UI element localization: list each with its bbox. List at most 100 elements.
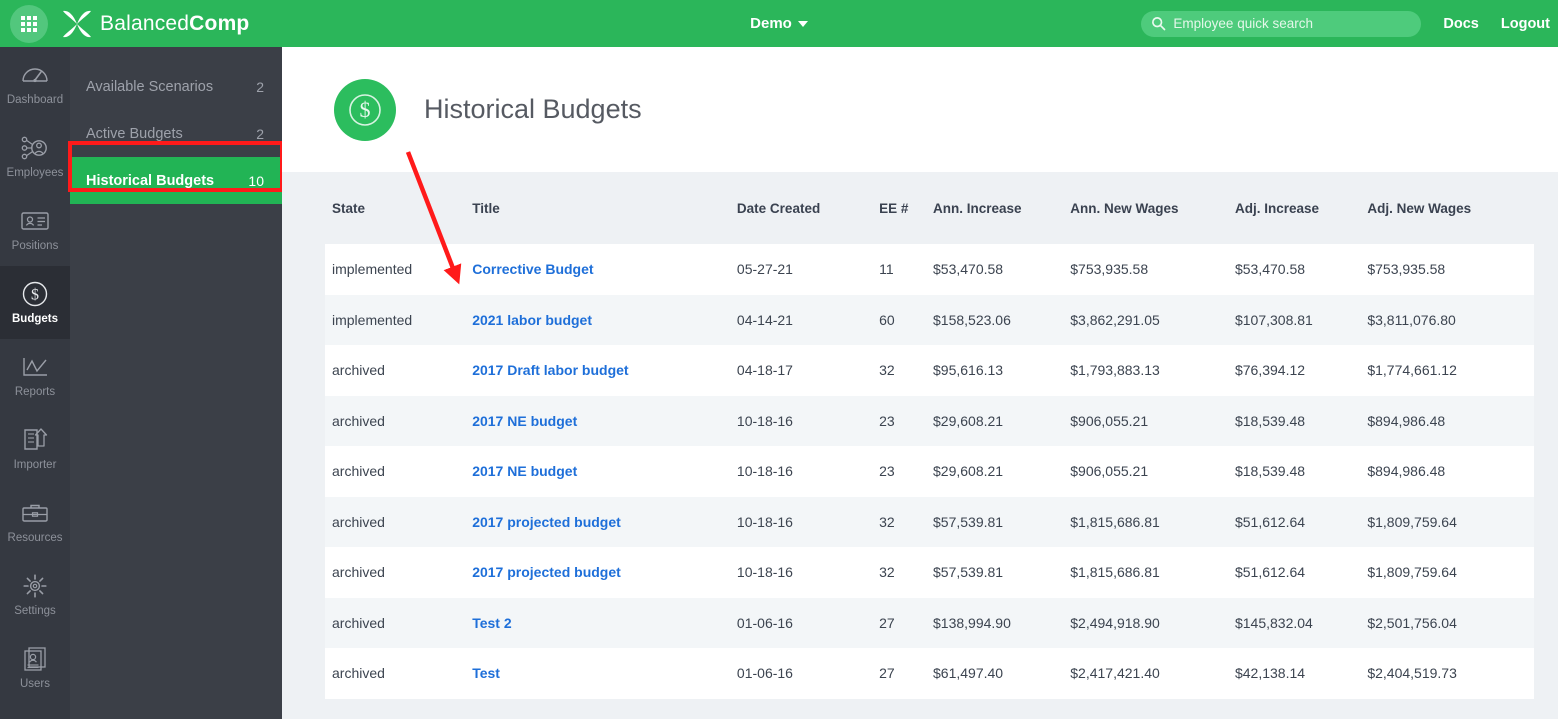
cell-title: 2021 labor budget: [472, 312, 737, 328]
cell-ee: 32: [879, 362, 895, 379]
cell-adj-new-wages: $894,986.48: [1367, 463, 1446, 480]
table-row[interactable]: archived 2017 NE budget 10-18-16 23 $29,…: [325, 395, 1534, 446]
cell-ann-increase: $53,470.58: [933, 261, 1004, 278]
subnav-count-active-budgets: 2: [256, 125, 264, 142]
grid-apps-icon[interactable]: [10, 4, 48, 43]
cell-adj-increase: $145,832.04: [1234, 614, 1313, 631]
subnav-count-available-scenarios: 2: [256, 78, 264, 95]
cell-ann-increase: $29,608.21: [933, 463, 1004, 480]
cell-ann-new-wages: $3,862,291.05: [1070, 311, 1160, 328]
table-row[interactable]: archived 2017 projected budget 10-18-16 …: [325, 547, 1534, 598]
cell-ann-increase: $95,616.13: [933, 362, 1004, 379]
budget-link[interactable]: Test: [472, 665, 500, 681]
cell-ann-new-wages: $2,494,918.90: [1070, 614, 1160, 631]
table-row[interactable]: archived Test 01-06-16 27 $61,497.40 $2,…: [325, 648, 1534, 699]
cell-adj-new-wages: $2,404,519.73: [1367, 665, 1457, 682]
budget-link[interactable]: 2017 NE budget: [472, 413, 577, 429]
cell-adj-new-wages: $1,809,759.64: [1367, 513, 1457, 530]
subnav-item-available-scenarios[interactable]: Available Scenarios 2: [70, 63, 282, 110]
cell-state: archived: [332, 463, 385, 480]
cell-ann-new-wages: $1,815,686.81: [1070, 564, 1160, 581]
cell-ann-new-wages: $1,815,686.81: [1070, 513, 1160, 530]
cell-adj-increase: $42,138.14: [1234, 665, 1306, 682]
table-row[interactable]: archived 2017 projected budget 10-18-16 …: [325, 496, 1534, 547]
budget-link[interactable]: 2017 NE budget: [472, 463, 577, 479]
table-row[interactable]: archived Test 2 01-06-16 27 $138,994.90 …: [325, 597, 1534, 648]
table-header-row: State Title Date Created EE # Ann. Incre…: [325, 172, 1534, 244]
sidebar-item-importer[interactable]: Importer: [0, 412, 70, 485]
search-input[interactable]: [1173, 16, 1412, 31]
table-row[interactable]: archived 2017 NE budget 10-18-16 23 $29,…: [325, 446, 1534, 497]
subnav-label-active-budgets: Active Budgets: [86, 125, 183, 142]
cell-adj-increase: $18,539.48: [1234, 463, 1306, 480]
sidebar-label-positions: Positions: [11, 240, 59, 252]
docs-link[interactable]: Docs: [1443, 16, 1478, 32]
budget-link[interactable]: 2021 labor budget: [472, 312, 592, 328]
budget-link[interactable]: 2017 Draft labor budget: [472, 362, 628, 378]
cell-ann-new-wages: $2,417,421.40: [1070, 665, 1160, 682]
column-header-adj-increase: Adj. Increase: [1234, 200, 1320, 216]
sidebar-item-reports[interactable]: Reports: [0, 339, 70, 412]
main-content: $ Historical Budgets State Title Date Cr…: [282, 47, 1558, 719]
topbar-brand-area: BalancedComp: [0, 0, 282, 47]
cell-state: implemented: [332, 311, 413, 328]
topbar-right: Docs Logout: [1141, 0, 1558, 47]
cell-ee: 27: [879, 614, 895, 631]
budget-link[interactable]: Corrective Budget: [472, 261, 593, 277]
grid-apps-dots: [21, 15, 37, 32]
org-people-icon: [20, 134, 50, 162]
sidebar-label-resources: Resources: [7, 532, 63, 544]
cell-adj-increase: $107,308.81: [1234, 311, 1313, 328]
brand-text-bold: Comp: [189, 11, 250, 35]
cell-ee: 23: [879, 463, 895, 480]
sidebar-item-employees[interactable]: Employees: [0, 120, 70, 193]
cell-adj-new-wages: $3,811,076.80: [1367, 311, 1456, 328]
brand-logo[interactable]: BalancedComp: [62, 9, 249, 39]
cell-adj-new-wages: $2,501,756.04: [1367, 614, 1457, 631]
cell-state: archived: [332, 665, 385, 682]
budget-link[interactable]: 2017 projected budget: [472, 514, 621, 530]
cell-ann-increase: $61,497.40: [933, 665, 1004, 682]
id-card-icon: [20, 207, 50, 235]
sidebar-item-budgets[interactable]: $ Budgets: [0, 266, 70, 339]
dollar-circle-icon: $: [20, 280, 50, 308]
cell-title: 2017 NE budget: [472, 413, 737, 429]
cell-title: 2017 Draft labor budget: [472, 362, 737, 378]
cell-adj-new-wages: $753,935.58: [1367, 261, 1446, 278]
cell-date-created: 10-18-16: [736, 412, 793, 429]
cell-title: 2017 projected budget: [472, 564, 737, 580]
cell-ann-increase: $158,523.06: [933, 311, 1011, 328]
sidebar-item-dashboard[interactable]: Dashboard: [0, 47, 70, 120]
subnav-item-historical-budgets[interactable]: Historical Budgets 10: [70, 157, 282, 204]
table-row[interactable]: implemented Corrective Budget 05-27-21 1…: [325, 244, 1534, 295]
brand-text: BalancedComp: [100, 12, 249, 36]
table-row[interactable]: implemented 2021 labor budget 04-14-21 6…: [325, 294, 1534, 345]
sidebar-label-budgets: Budgets: [12, 313, 58, 325]
table-row[interactable]: archived 2017 Draft labor budget 04-18-1…: [325, 345, 1534, 396]
logout-link[interactable]: Logout: [1501, 16, 1550, 32]
sidebar-item-resources[interactable]: Resources: [0, 485, 70, 558]
sidebar-label-dashboard: Dashboard: [6, 94, 64, 106]
import-document-icon: [20, 426, 50, 454]
org-switcher-menu[interactable]: Demo: [750, 15, 808, 32]
cell-ann-new-wages: $753,935.58: [1070, 261, 1149, 278]
cell-date-created: 04-14-21: [736, 311, 793, 328]
sidebar-label-employees: Employees: [6, 167, 64, 179]
column-header-ee: EE #: [879, 200, 909, 216]
budget-link[interactable]: Test 2: [472, 615, 511, 631]
gear-icon: [20, 572, 50, 600]
briefcase-icon: [20, 499, 50, 527]
cell-adj-new-wages: $1,809,759.64: [1367, 564, 1457, 581]
sidebar-label-settings: Settings: [14, 605, 56, 617]
employee-search-box[interactable]: [1141, 10, 1422, 37]
budget-link[interactable]: 2017 projected budget: [472, 564, 621, 580]
cell-state: archived: [332, 513, 385, 530]
subnav-item-active-budgets[interactable]: Active Budgets 2: [70, 110, 282, 157]
sidebar-item-settings[interactable]: Settings: [0, 558, 70, 631]
cell-ann-increase: $57,539.81: [933, 564, 1004, 581]
cell-state: archived: [332, 412, 385, 429]
cell-ee: 23: [879, 412, 895, 429]
sidebar-item-users[interactable]: Users: [0, 631, 70, 704]
cell-ee: 32: [879, 564, 895, 581]
sidebar-item-positions[interactable]: Positions: [0, 193, 70, 266]
